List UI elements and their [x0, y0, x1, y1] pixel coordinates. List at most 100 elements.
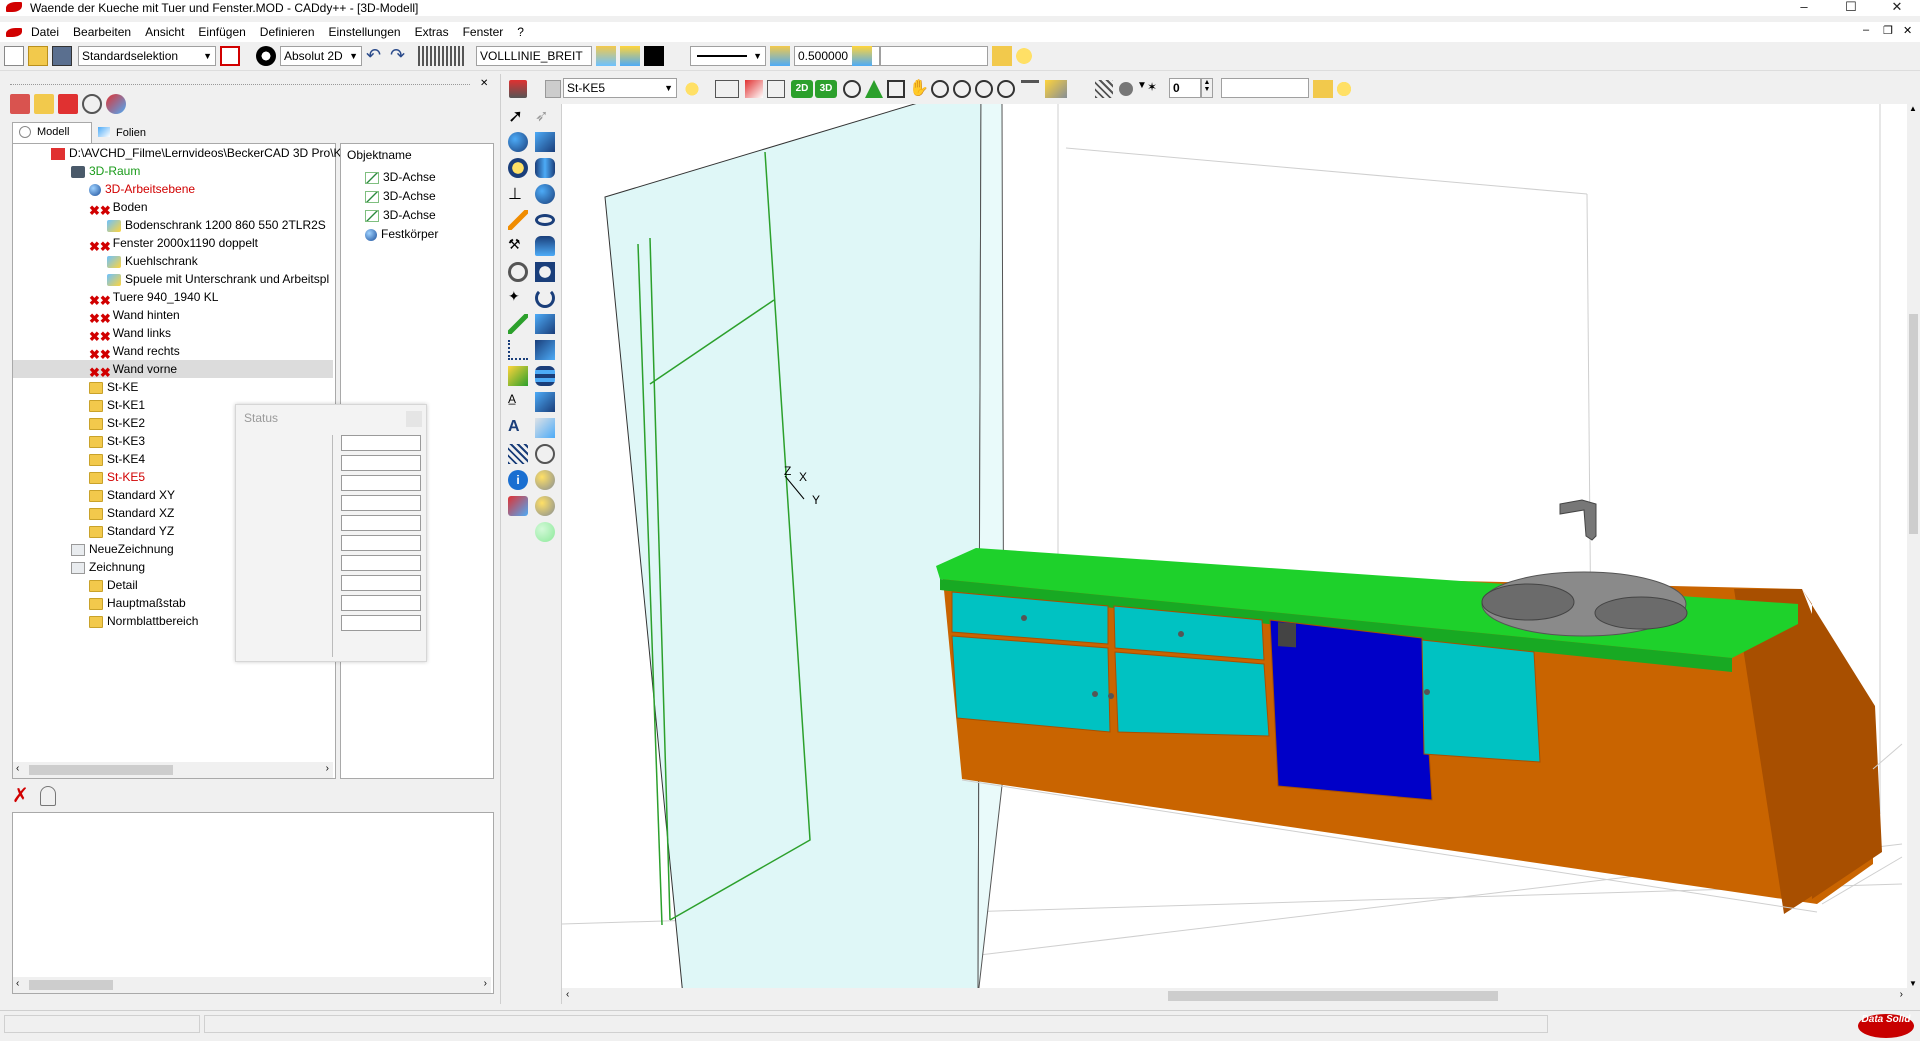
sphere-gray-icon[interactable]	[1119, 82, 1133, 96]
cylinder-tool-icon[interactable]	[535, 158, 555, 178]
3d-viewport[interactable]: Z X Y	[561, 82, 1907, 1005]
status-field[interactable]	[341, 535, 421, 551]
font-tool-icon[interactable]: A	[508, 418, 528, 438]
tree-item-hauptmassstab[interactable]: Hauptmaßstab	[89, 594, 186, 612]
tree-item-standard-yz[interactable]: Standard YZ	[89, 522, 174, 540]
cabinet-door-1[interactable]	[951, 635, 1111, 733]
menu-definieren[interactable]: Definieren	[253, 22, 322, 42]
green-pencil-icon[interactable]	[508, 314, 528, 334]
tree-item-fenster[interactable]: ✖✖ Fenster 2000x1190 doppelt	[89, 234, 258, 254]
scroll-left-icon[interactable]: ‹	[566, 989, 569, 1000]
maximize-button[interactable]: ☐	[1828, 0, 1874, 16]
tree-item-st-ke5[interactable]: St-KE5	[89, 468, 145, 486]
faucet[interactable]	[1559, 499, 1597, 541]
stack-tool-icon[interactable]	[535, 366, 555, 386]
section-icon[interactable]	[1021, 80, 1039, 98]
output-box[interactable]: ‹ ›	[12, 812, 494, 994]
object-item[interactable]: 3D-Achse	[365, 206, 436, 224]
select-arrow-outline-icon[interactable]: ➶	[535, 106, 555, 126]
scroll-right-icon[interactable]: ›	[326, 763, 329, 774]
panel-dock-icon[interactable]: ✕	[480, 78, 488, 89]
status-field[interactable]	[341, 455, 421, 471]
front-wall[interactable]	[604, 83, 982, 997]
chamfer-tool-icon[interactable]	[535, 392, 555, 412]
intersect-tool-icon[interactable]	[535, 522, 555, 542]
grid-tool-icon[interactable]	[508, 340, 528, 360]
insert-object-icon[interactable]	[509, 80, 527, 98]
perspective-icon[interactable]	[865, 80, 883, 98]
pick-color-icon[interactable]	[220, 46, 240, 66]
layers-icon[interactable]	[852, 46, 872, 66]
torus-tool-icon[interactable]	[508, 158, 528, 178]
refresh-icon[interactable]	[82, 94, 102, 114]
layer-tool-icon[interactable]	[508, 366, 528, 386]
subtract-tool-icon[interactable]	[535, 496, 555, 516]
tree-item-normblatt[interactable]: Normblattbereich	[89, 612, 198, 630]
tree-item-bodenschrank[interactable]: Bodenschrank 1200 860 550 2TLR2S	[107, 216, 326, 234]
layer-sheet-icon[interactable]	[545, 80, 561, 98]
menu-einfuegen[interactable]: Einfügen	[191, 22, 252, 42]
revolve-tool-icon[interactable]	[535, 262, 555, 282]
tree-item-wand-hinten[interactable]: ✖✖ Wand hinten	[89, 306, 180, 326]
delete-icon[interactable]	[58, 94, 78, 114]
line-style-select[interactable]: ▼	[690, 46, 766, 66]
rotate-tool-icon[interactable]	[508, 262, 528, 282]
zoom-all-icon[interactable]	[975, 80, 993, 98]
current-layer-select[interactable]: St-KE5 ▼	[563, 78, 677, 98]
hatch-pattern-icon[interactable]	[418, 46, 466, 66]
menu-extras[interactable]: Extras	[408, 22, 456, 42]
minimize-button[interactable]: –	[1781, 0, 1827, 16]
object-item[interactable]: 3D-Achse	[365, 168, 436, 186]
zoom-window-icon[interactable]	[887, 80, 905, 98]
tree-scroll-thumb[interactable]	[29, 765, 173, 775]
tree-item-st-ke2[interactable]: St-KE2	[89, 414, 145, 432]
menu-datei[interactable]: Datei	[24, 22, 66, 42]
clear-x-icon[interactable]: ✗	[12, 786, 32, 806]
layer-width-icon[interactable]	[770, 46, 790, 66]
sweep-tool-icon[interactable]	[535, 288, 555, 308]
zoom-previous-icon[interactable]	[997, 80, 1015, 98]
eraser-icon[interactable]	[508, 496, 528, 516]
tree-item-wand-links[interactable]: ✖✖ Wand links	[89, 324, 171, 344]
render-mode-icon[interactable]	[1045, 80, 1067, 98]
mdi-close-icon[interactable]: ✕	[1903, 24, 1912, 37]
tree-item-detail[interactable]: Detail	[89, 576, 138, 594]
ring-tool-icon[interactable]	[535, 214, 555, 226]
tree-item-zeichnung[interactable]: Zeichnung	[71, 558, 145, 576]
union-tool-icon[interactable]	[535, 470, 555, 490]
object-item[interactable]: 3D-Achse	[365, 187, 436, 205]
status-field[interactable]	[341, 555, 421, 571]
boolean-tool-icon[interactable]	[535, 444, 555, 464]
status-field[interactable]	[341, 515, 421, 531]
solid-tool-icon[interactable]	[535, 340, 555, 360]
color-black-swatch[interactable]	[644, 46, 664, 66]
model-icon[interactable]	[10, 94, 30, 114]
viewport-hscroll-thumb[interactable]	[1168, 991, 1498, 1001]
box-tool-icon[interactable]	[535, 132, 555, 152]
menu-ansicht[interactable]: Ansicht	[138, 22, 191, 42]
redo-icon[interactable]: ↷	[390, 46, 410, 66]
scroll-right-icon[interactable]: ›	[484, 978, 487, 989]
scroll-left-icon[interactable]: ‹	[16, 978, 19, 989]
tree-item-tuere[interactable]: ✖✖ Tuere 940_1940 KL	[89, 288, 218, 308]
clip-icon[interactable]	[40, 786, 56, 806]
frame-e-icon[interactable]	[767, 80, 785, 98]
folder-icon[interactable]	[992, 46, 1012, 66]
layer-field[interactable]	[880, 46, 988, 66]
pencil-tool-icon[interactable]	[508, 210, 528, 230]
view-2d-button[interactable]: 2D	[791, 80, 813, 98]
extrude-tool-icon[interactable]	[535, 236, 555, 256]
doc-menu-icon[interactable]	[6, 28, 22, 37]
properties-icon[interactable]	[106, 94, 126, 114]
view-3d-button[interactable]: 3D	[815, 80, 837, 98]
tree-item-3d-raum[interactable]: 3D-Raum	[71, 162, 140, 180]
menu-help[interactable]: ?	[510, 22, 531, 42]
scroll-down-icon[interactable]: ▼	[1909, 979, 1917, 988]
coordinate-icon[interactable]	[256, 46, 276, 66]
tree-item-st-ke4[interactable]: St-KE4	[89, 450, 145, 468]
new-file-icon[interactable]	[4, 46, 24, 66]
text-tool-icon[interactable]: A̲	[508, 392, 528, 412]
hatch-icon[interactable]	[1095, 80, 1113, 98]
status-field[interactable]	[341, 435, 421, 451]
tree-item-st-ke3[interactable]: St-KE3	[89, 432, 145, 450]
